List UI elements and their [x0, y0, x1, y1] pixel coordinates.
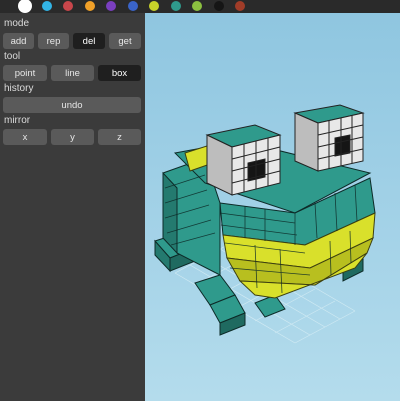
voxel-scene	[154, 104, 376, 344]
tool-box-button[interactable]: box	[98, 65, 141, 81]
color-swatch[interactable]	[192, 1, 202, 11]
undo-button[interactable]: undo	[3, 97, 141, 113]
mode-get-button[interactable]: get	[109, 33, 141, 49]
history-label: history	[4, 83, 34, 94]
mode-label: mode	[4, 18, 30, 29]
mirror-y-button[interactable]: y	[51, 129, 94, 145]
color-swatch[interactable]	[84, 1, 95, 11]
color-swatch[interactable]	[106, 1, 116, 11]
color-swatch[interactable]	[41, 1, 52, 11]
color-swatch[interactable]	[127, 1, 138, 11]
mirror-z-button[interactable]: z	[98, 129, 141, 145]
color-swatch[interactable]	[213, 1, 224, 11]
color-swatch[interactable]	[149, 1, 159, 11]
tool-point-button[interactable]: point	[3, 65, 47, 81]
mirror-label: mirror	[4, 115, 31, 126]
tool-label: tool	[4, 51, 21, 62]
color-palette	[0, 0, 400, 13]
mode-del-button[interactable]: del	[73, 33, 105, 49]
mode-rep-button[interactable]: rep	[38, 33, 69, 49]
3d-viewport[interactable]	[145, 13, 400, 401]
right-eye	[293, 104, 365, 172]
tool-line-button[interactable]: line	[51, 65, 94, 81]
color-swatch[interactable]	[235, 1, 245, 11]
mode-add-button[interactable]: add	[3, 33, 34, 49]
left-eye	[205, 124, 282, 196]
color-swatch[interactable]	[63, 1, 73, 11]
mirror-x-button[interactable]: x	[3, 129, 47, 145]
color-swatch[interactable]	[170, 1, 181, 11]
sidebar: mode add rep del get tool point line box…	[0, 13, 145, 401]
color-swatch[interactable]	[18, 0, 32, 13]
